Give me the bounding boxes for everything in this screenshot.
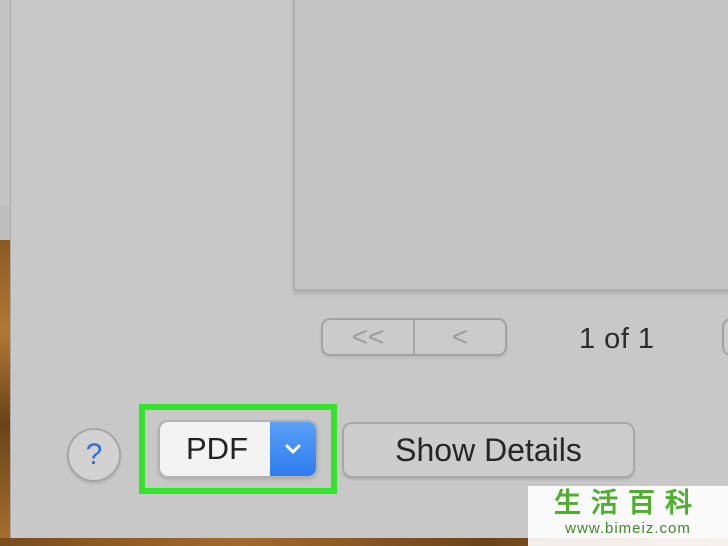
- watermark-url: www.bimeiz.com: [565, 520, 691, 537]
- first-page-button[interactable]: <<: [323, 320, 413, 354]
- pdf-menu-button[interactable]: PDF: [158, 420, 318, 478]
- background-window-edge: [0, 0, 11, 546]
- pdf-menu-label: PDF: [186, 431, 248, 466]
- background-wall: [0, 0, 10, 206]
- page-navigation-control: << <: [321, 318, 507, 356]
- show-details-button[interactable]: Show Details: [342, 422, 635, 478]
- chevron-left-icon: <: [451, 321, 469, 352]
- watermark: 生活百科 www.bimeiz.com: [528, 486, 728, 546]
- next-page-button[interactable]: [722, 318, 728, 356]
- previous-page-button[interactable]: <: [413, 320, 505, 354]
- show-details-label: Show Details: [395, 431, 582, 468]
- chevron-down-icon: [285, 444, 301, 454]
- watermark-title: 生活百科: [554, 488, 702, 519]
- help-button[interactable]: ?: [67, 428, 121, 482]
- background-desktop-image: [0, 240, 10, 546]
- double-chevron-left-icon: <<: [351, 321, 385, 352]
- help-icon: ?: [85, 438, 103, 471]
- page-preview: [293, 0, 728, 291]
- pdf-menu-arrow[interactable]: [270, 422, 316, 476]
- page-count-label: 1 of 1: [579, 323, 655, 355]
